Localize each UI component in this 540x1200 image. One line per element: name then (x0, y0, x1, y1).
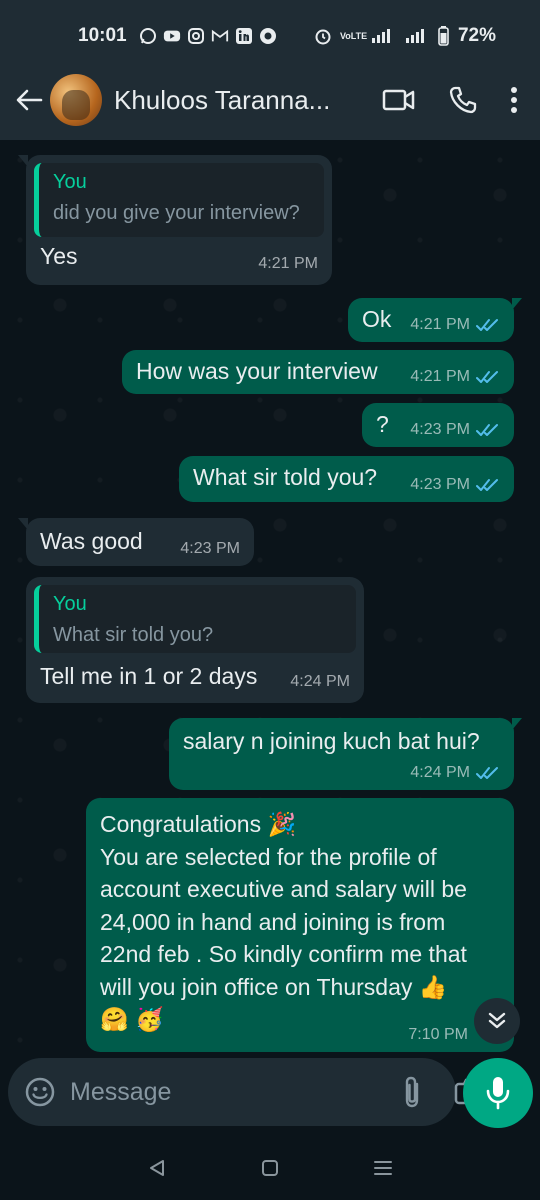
message-meta: 4:24 PM (410, 762, 500, 784)
signal-icon (370, 27, 396, 45)
incoming-message[interactable]: Was good 4:23 PM (18, 518, 254, 566)
scroll-to-bottom-button[interactable] (474, 998, 520, 1044)
message-input[interactable] (70, 1077, 392, 1107)
chat-header: Khuloos Taranna... (0, 60, 540, 140)
voice-call-icon (449, 86, 477, 114)
more-options-icon (511, 87, 517, 113)
message-line: will you join office on Thursday 👍 (100, 973, 448, 1000)
back-arrow-icon (16, 89, 43, 111)
message-time: 4:24 PM (410, 764, 470, 782)
read-receipt-icon (476, 766, 500, 780)
nav-recents-button[interactable] (373, 1158, 393, 1178)
message-text-block: Congratulations 🎉 You are selected for t… (100, 808, 467, 1036)
message-text: Was good (40, 528, 143, 554)
double-chevron-down-icon (488, 1012, 506, 1029)
signal-icon-secondary (404, 27, 430, 45)
outgoing-message[interactable]: What sir told you? 4:23 PM (179, 456, 514, 502)
quote-author: You (53, 593, 87, 615)
quote-text: What sir told you? (53, 624, 214, 646)
outgoing-message[interactable]: salary n joining kuch bat hui? 4:24 PM (169, 718, 522, 790)
attach-button[interactable] (400, 1075, 424, 1109)
emoji-icon (25, 1077, 55, 1107)
outgoing-message[interactable]: Congratulations 🎉 You are selected for t… (86, 798, 514, 1052)
message-text: Yes (40, 243, 78, 269)
triangle-back-icon (149, 1160, 164, 1176)
message-text: How was your interview (136, 358, 378, 384)
youtube-icon (163, 27, 181, 45)
battery-icon (438, 26, 450, 46)
message-time: 4:21 PM (410, 368, 470, 386)
quote-author: You (53, 171, 87, 193)
header-actions (382, 85, 518, 115)
read-receipt-icon (476, 370, 500, 384)
message-text: ? (376, 411, 389, 437)
quote-text: did you give your interview? (53, 202, 300, 224)
message-time: 4:23 PM (180, 540, 240, 558)
chat-area[interactable]: You did you give your interview? Yes 4:2… (0, 140, 540, 1060)
message-meta: 7:10 PM (408, 1024, 468, 1046)
message-meta: 4:23 PM (410, 419, 500, 441)
message-time: 7:10 PM (408, 1026, 468, 1044)
message-text: Tell me in 1 or 2 days (40, 663, 258, 689)
record-icon (259, 27, 277, 45)
whatsapp-icon (139, 27, 157, 45)
quoted-message[interactable]: You did you give your interview? (34, 163, 324, 237)
network-type-label: VoLTE (339, 30, 368, 41)
microphone-icon (486, 1077, 510, 1110)
message-time: 4:21 PM (258, 255, 318, 273)
message-meta: 4:24 PM (290, 671, 350, 693)
emoji-button[interactable] (24, 1076, 56, 1108)
message-meta: 4:23 PM (410, 474, 500, 496)
message-line: account executive and salary will be (100, 876, 467, 902)
message-time: 4:24 PM (290, 673, 350, 691)
read-receipt-icon (476, 318, 500, 332)
incoming-message[interactable]: You What sir told you? Tell me in 1 or 2… (26, 577, 364, 703)
message-input-bar (8, 1058, 486, 1126)
quoted-message[interactable]: You What sir told you? (34, 585, 356, 653)
message-text: What sir told you? (193, 464, 378, 490)
battery-percent: 72% (457, 25, 496, 46)
message-meta: 4:21 PM (410, 314, 500, 336)
gmail-icon (211, 27, 229, 45)
message-line: You are selected for the profile of (100, 843, 437, 870)
outgoing-message[interactable]: ? 4:23 PM (362, 403, 514, 447)
status-time: 10:01 (78, 25, 127, 46)
linkedin-icon (235, 27, 253, 45)
message-line: 24,000 in hand and joining is from (100, 908, 446, 935)
read-receipt-icon (476, 423, 500, 437)
back-button[interactable] (8, 88, 50, 112)
video-call-icon (382, 89, 415, 111)
message-time: 4:21 PM (410, 316, 470, 334)
paperclip-icon (405, 1076, 419, 1108)
outgoing-message[interactable]: How was your interview 4:21 PM (122, 350, 514, 394)
message-meta: 4:23 PM (180, 538, 240, 560)
alarm-icon (314, 27, 332, 45)
nav-home-button[interactable] (260, 1158, 280, 1178)
message-meta: 4:21 PM (258, 253, 318, 275)
message-text: salary n joining kuch bat hui? (183, 728, 480, 754)
voice-message-button[interactable] (463, 1058, 533, 1128)
square-home-icon (261, 1160, 278, 1176)
message-line: Congratulations 🎉 (100, 811, 297, 837)
system-navigation-bar (0, 1136, 540, 1200)
more-options-button[interactable] (510, 86, 518, 114)
message-text: Ok (362, 306, 392, 332)
notification-icons (139, 27, 277, 45)
instagram-icon (187, 27, 205, 45)
message-meta: 4:21 PM (410, 366, 500, 388)
menu-recents-icon (374, 1161, 393, 1175)
incoming-message[interactable]: You did you give your interview? Yes 4:2… (18, 155, 332, 285)
video-call-button[interactable] (382, 88, 416, 112)
message-line: 22nd feb . So kindly confirm me that (100, 941, 467, 967)
message-time: 4:23 PM (410, 421, 470, 439)
read-receipt-icon (476, 478, 500, 492)
contact-name[interactable]: Khuloos Taranna... (114, 85, 382, 116)
system-status: VoLTE 72% (314, 25, 496, 47)
nav-back-button[interactable] (147, 1158, 167, 1178)
voice-call-button[interactable] (448, 85, 478, 115)
message-time: 4:23 PM (410, 476, 470, 494)
outgoing-message[interactable]: Ok 4:21 PM (348, 298, 522, 342)
contact-avatar[interactable] (50, 74, 102, 126)
